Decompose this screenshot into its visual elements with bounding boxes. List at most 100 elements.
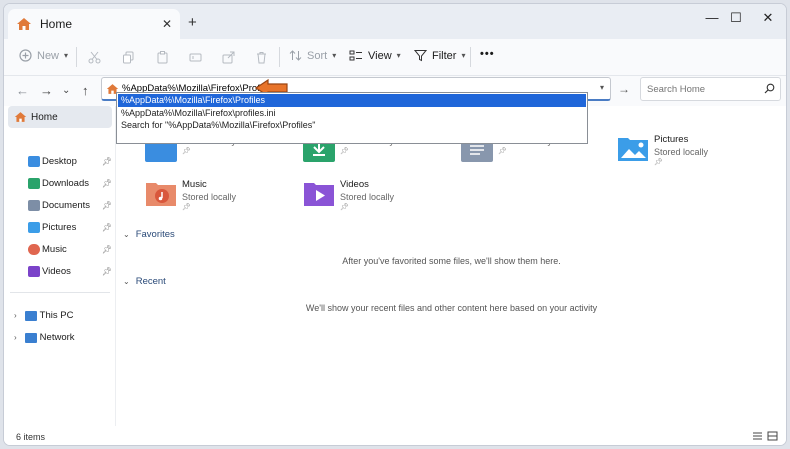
sidebar-item-music[interactable]: Music 📌︎ xyxy=(28,244,112,255)
paste-icon[interactable] xyxy=(156,51,169,64)
home-icon xyxy=(14,112,27,122)
chevron-down-icon: ▾ xyxy=(396,51,401,60)
search-box[interactable] xyxy=(640,77,781,101)
new-tab-button[interactable]: + xyxy=(188,14,197,31)
sidebar-item-label: This PC xyxy=(39,310,74,321)
new-label: New xyxy=(37,49,60,62)
view-toggle xyxy=(752,431,778,441)
chevron-down-icon[interactable]: ▾ xyxy=(600,83,604,92)
new-icon xyxy=(19,49,32,62)
network-icon xyxy=(24,332,37,343)
sidebar-item-label: Home xyxy=(31,111,58,123)
item-name: Music xyxy=(182,179,207,190)
close-window-button[interactable]: ✕ xyxy=(753,10,783,26)
rename-icon[interactable] xyxy=(189,51,202,64)
view-label: View xyxy=(368,49,392,62)
section-title: Recent xyxy=(135,276,166,287)
sidebar-item-documents[interactable]: Documents 📌︎ xyxy=(28,200,112,211)
suggestion-item[interactable]: Search for "%AppData%\Mozilla\Firefox\Pr… xyxy=(118,119,586,132)
chevron-right-icon[interactable]: › xyxy=(14,311,17,320)
sidebar-item-downloads[interactable]: Downloads 📌︎ xyxy=(28,178,112,189)
item-name: Pictures xyxy=(654,134,689,145)
sort-button[interactable]: Sort ▾ xyxy=(289,49,336,62)
pin-icon[interactable]: 📌︎ xyxy=(102,245,112,254)
pin-icon: 📌︎ xyxy=(654,159,663,166)
recent-empty-message: We'll show your recent files and other c… xyxy=(305,303,598,313)
sort-label: Sort xyxy=(307,49,328,62)
close-tab-icon[interactable]: ✕ xyxy=(162,17,172,31)
item-count: 6 items xyxy=(16,432,46,442)
tab-title: Home xyxy=(40,17,73,31)
divider xyxy=(76,47,77,67)
section-recent[interactable]: ⌄ Recent xyxy=(123,276,166,287)
favorites-empty-message: After you've favorited some files, we'll… xyxy=(342,256,561,266)
more-options-button[interactable]: ••• xyxy=(480,48,495,60)
sidebar-item-this-pc[interactable]: › This PC xyxy=(14,310,73,321)
divider xyxy=(470,47,471,67)
quick-access-item[interactable]: Videos Stored locally 📌︎ xyxy=(303,179,394,211)
downloads-icon xyxy=(28,178,40,189)
chevron-down-icon: ▾ xyxy=(332,51,337,60)
forward-button[interactable]: → xyxy=(40,83,53,98)
section-title: Favorites xyxy=(135,229,175,240)
pin-icon: 📌︎ xyxy=(182,204,191,211)
tab-home[interactable]: Home ✕ xyxy=(8,9,180,39)
sidebar-item-label: Desktop xyxy=(42,156,77,167)
pin-icon[interactable]: 📌︎ xyxy=(102,201,112,210)
desktop-icon xyxy=(28,156,40,167)
item-status: Stored locally xyxy=(654,147,709,157)
tiles-view-icon[interactable] xyxy=(767,431,778,441)
cut-icon[interactable] xyxy=(88,51,101,64)
pin-icon: 📌︎ xyxy=(182,148,191,155)
quick-access-item[interactable]: Pictures Stored locally 📌︎ xyxy=(617,134,708,166)
pin-icon[interactable]: 📌︎ xyxy=(102,179,112,188)
pin-icon[interactable]: 📌︎ xyxy=(102,157,112,166)
command-bar: New ▾ Sort ▾ View ▾ Filter ▾ ••• xyxy=(4,39,786,76)
sidebar-item-home[interactable]: Home xyxy=(8,106,112,128)
divider xyxy=(279,47,280,67)
back-button[interactable]: ← xyxy=(16,83,29,98)
new-button[interactable]: New ▾ xyxy=(19,49,68,62)
chevron-down-icon[interactable]: ⌄ xyxy=(123,230,130,239)
maximize-button[interactable]: ☐ xyxy=(721,10,751,26)
sidebar-item-label: Network xyxy=(39,332,75,343)
view-icon xyxy=(349,50,362,61)
pin-icon: 📌︎ xyxy=(340,204,349,211)
details-view-icon[interactable] xyxy=(752,431,763,441)
filter-label: Filter xyxy=(432,49,457,62)
search-input[interactable] xyxy=(647,83,757,95)
share-icon[interactable] xyxy=(222,51,235,64)
sidebar-item-network[interactable]: › Network xyxy=(14,332,75,343)
documents-icon xyxy=(28,200,40,211)
chevron-right-icon[interactable]: › xyxy=(14,333,17,342)
sidebar-item-label: Documents xyxy=(42,200,91,211)
chevron-down-icon[interactable]: ⌄ xyxy=(123,277,130,286)
delete-icon[interactable] xyxy=(255,51,268,64)
chevron-down-icon: ▾ xyxy=(461,51,466,60)
sidebar-item-videos[interactable]: Videos 📌︎ xyxy=(28,266,112,277)
view-button[interactable]: View ▾ xyxy=(349,49,401,62)
section-favorites[interactable]: ⌄ Favorites xyxy=(123,229,175,240)
up-button[interactable]: ↑ xyxy=(82,83,89,98)
item-name: Videos xyxy=(340,179,369,190)
recent-locations-button[interactable]: ⌄ xyxy=(62,85,70,96)
pin-icon[interactable]: 📌︎ xyxy=(102,223,112,232)
pin-icon: 📌︎ xyxy=(498,148,507,155)
pin-icon[interactable]: 📌︎ xyxy=(102,267,112,276)
sidebar-item-label: Videos xyxy=(42,266,71,277)
quick-access-item[interactable]: Music Stored locally 📌︎ xyxy=(145,179,236,211)
title-bar: Home ✕ + — ☐ ✕ xyxy=(4,4,786,39)
sidebar-item-desktop[interactable]: Desktop 📌︎ xyxy=(28,156,112,167)
sidebar-item-pictures[interactable]: Pictures 📌︎ xyxy=(28,222,112,233)
status-bar: 6 items xyxy=(4,426,786,445)
navigation-pane: Home Desktop 📌︎ Downloads 📌︎ Documents 📌… xyxy=(4,106,116,426)
divider xyxy=(10,292,110,293)
filter-button[interactable]: Filter ▾ xyxy=(414,49,465,62)
search-icon[interactable] xyxy=(764,83,775,94)
item-status: Stored locally xyxy=(340,192,395,202)
content-area: Stored locally 📌︎ Stored locally 📌︎ Stor… xyxy=(117,106,786,426)
suggestion-item[interactable]: %AppData%\Mozilla\Firefox\Profiles xyxy=(118,94,586,107)
copy-icon[interactable] xyxy=(122,51,135,64)
refresh-button[interactable]: → xyxy=(618,82,630,96)
suggestion-item[interactable]: %AppData%\Mozilla\Firefox\profiles.ini xyxy=(118,107,586,120)
